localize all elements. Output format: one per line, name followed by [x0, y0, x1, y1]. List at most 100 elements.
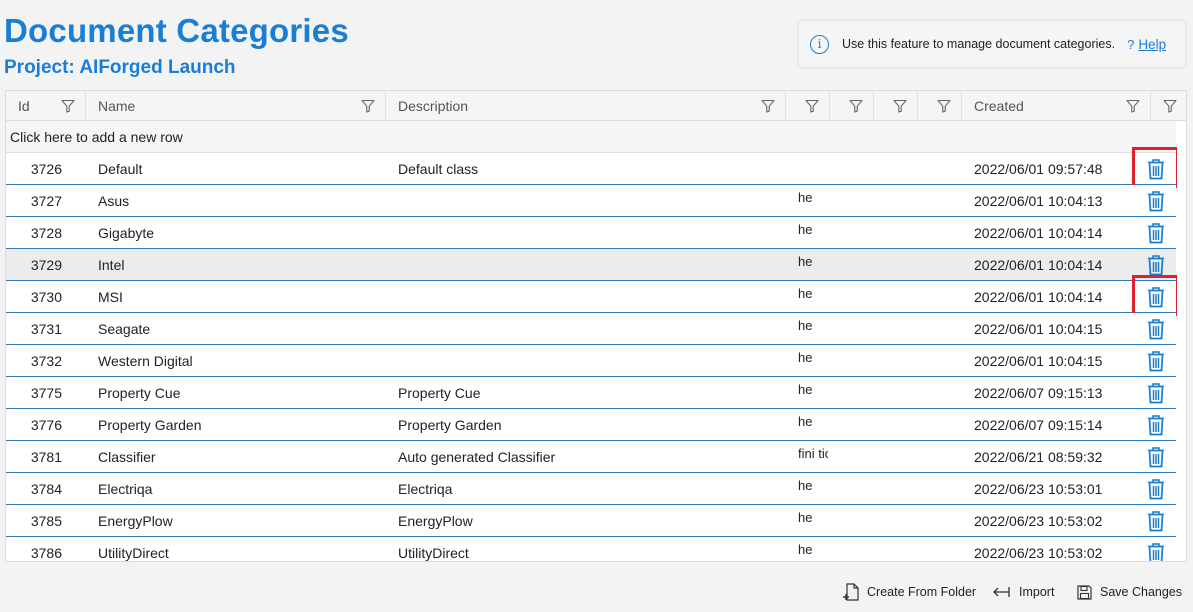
table-row[interactable]: 3729 Intel he 2022/06/01 10:04:14 [6, 249, 1176, 281]
project-subtitle: Project: AIForged Launch [4, 57, 236, 78]
column-description-header[interactable]: Description [386, 91, 786, 121]
filter-icon[interactable] [937, 99, 951, 113]
column-name-label: Name [98, 98, 136, 114]
filter-icon[interactable] [1163, 99, 1177, 113]
page-title: Document Categories [4, 12, 349, 49]
create-from-folder-label: Create From Folder [867, 585, 977, 599]
table-row[interactable]: 3775 Property Cue Property Cue he 2022/06/07… [6, 377, 1176, 409]
delete-row-icon[interactable] [1146, 446, 1166, 468]
vertical-scrollbar[interactable] [1177, 121, 1186, 561]
delete-row-icon[interactable] [1146, 254, 1166, 276]
table-row[interactable]: 3781 Classifier Auto generated Classifier f… [6, 441, 1176, 473]
table-row[interactable]: 3728 Gigabyte he 2022/06/01 10:04:14 [6, 217, 1176, 249]
column-description-label: Description [398, 98, 469, 114]
table-row[interactable]: 3732 Western Digital he 2022/06/01 10:04:15 [6, 345, 1176, 377]
row-created: 2022/06/07 09:15:14 [974, 416, 1103, 433]
create-from-folder-button[interactable]: Create From Folder [843, 580, 976, 604]
row-description: Default class [398, 160, 479, 177]
add-new-row[interactable]: Click here to add a new row [6, 121, 1176, 153]
delete-row-icon[interactable] [1146, 286, 1166, 308]
delete-row-icon[interactable] [1146, 318, 1166, 340]
delete-row-icon[interactable] [1146, 222, 1166, 244]
row-created: 2022/06/01 09:57:48 [974, 160, 1103, 177]
column-extra-1-header[interactable] [786, 91, 830, 121]
row-id: 3776 [30, 416, 62, 433]
row-created: 2022/06/01 10:04:15 [974, 352, 1103, 369]
delete-row-icon[interactable] [1146, 350, 1166, 372]
table-row[interactable]: 3731 Seagate he 2022/06/01 10:04:15 [6, 313, 1176, 345]
table-row[interactable]: 3776 Property Garden Property Garden he 2022… [6, 409, 1176, 441]
row-name: Default [98, 160, 143, 177]
column-actions-header[interactable] [1151, 91, 1186, 121]
row-name: Property Cue [98, 384, 181, 401]
filter-icon[interactable] [849, 99, 863, 113]
grid-header: Id Name Description Created [6, 91, 1186, 121]
footer-toolbar: Create From Folder Import Save Changes [0, 580, 1193, 604]
filter-icon[interactable] [61, 99, 75, 113]
delete-row-icon[interactable] [1146, 382, 1166, 404]
row-created: 2022/06/07 09:15:13 [974, 384, 1103, 401]
delete-row-icon[interactable] [1146, 510, 1166, 532]
column-name-header[interactable]: Name [86, 91, 386, 121]
row-id: 3731 [30, 320, 62, 337]
delete-row-icon[interactable] [1146, 190, 1166, 212]
row-description: EnergyPlow [398, 512, 473, 529]
import-label: Import [1019, 585, 1055, 599]
row-description: UtilityDirect [398, 544, 469, 561]
new-document-icon [843, 583, 859, 601]
row-description: Property Garden [398, 416, 502, 433]
filter-icon[interactable] [761, 99, 775, 113]
row-id: 3732 [30, 352, 62, 369]
document-categories-page: Document Categories Project: AIForged La… [0, 0, 1193, 612]
table-row[interactable]: 3727 Asus he 2022/06/01 10:04:13 [6, 185, 1176, 217]
row-created: 2022/06/01 10:04:14 [974, 224, 1103, 241]
info-banner: i Use this feature to manage document ca… [798, 20, 1186, 68]
row-description: Auto generated Classifier [398, 448, 556, 465]
row-name: MSI [98, 288, 123, 305]
info-text: Use this feature to manage document cate… [842, 37, 1116, 51]
info-icon: i [810, 34, 829, 54]
categories-grid: Id Name Description Created Click here to a… [5, 90, 1187, 562]
column-created-header[interactable]: Created [962, 91, 1151, 121]
delete-row-icon[interactable] [1146, 478, 1166, 500]
column-extra-3-header[interactable] [874, 91, 918, 121]
save-disk-icon [1077, 584, 1092, 600]
filter-icon[interactable] [361, 99, 375, 113]
filter-icon[interactable] [805, 99, 819, 113]
row-id: 3784 [30, 480, 62, 497]
import-arrow-icon [993, 587, 1010, 597]
row-id: 3727 [30, 192, 62, 209]
row-id: 3775 [30, 384, 62, 401]
table-row[interactable]: 3785 EnergyPlow EnergyPlow he 2022/06/23 10:… [6, 505, 1176, 537]
row-name: Property Garden [98, 416, 202, 433]
row-created: 2022/06/01 10:04:14 [974, 256, 1103, 273]
delete-row-icon[interactable] [1146, 542, 1166, 561]
row-id: 3786 [30, 544, 62, 561]
help-link[interactable]: Help [1138, 37, 1166, 52]
table-row[interactable]: 3784 Electriqa Electriqa he 2022/06/23 10:53… [6, 473, 1176, 505]
table-row[interactable]: 3786 UtilityDirect UtilityDirect he 2022/06/… [6, 537, 1176, 561]
row-name: UtilityDirect [98, 544, 169, 561]
delete-row-icon[interactable] [1146, 414, 1166, 436]
row-created: 2022/06/01 10:04:15 [974, 320, 1103, 337]
delete-row-icon[interactable] [1146, 158, 1166, 180]
filter-icon[interactable] [893, 99, 907, 113]
row-created: 2022/06/21 08:59:32 [974, 448, 1103, 465]
row-created: 2022/06/23 10:53:01 [974, 480, 1103, 497]
row-truncated-cell: he [798, 541, 813, 557]
column-extra-4-header[interactable] [918, 91, 962, 121]
table-row[interactable]: 3726 Default Default class 2022/06/01 09:57… [6, 147, 1179, 188]
row-id: 3728 [30, 224, 62, 241]
table-row[interactable]: 3730 MSI he 2022/06/01 10:04:14 [6, 275, 1179, 316]
column-extra-2-header[interactable] [830, 91, 874, 121]
help-question-icon[interactable]: ? [1127, 37, 1134, 52]
import-button[interactable]: Import [993, 580, 1054, 604]
column-id-header[interactable]: Id [6, 91, 86, 121]
row-id: 3726 [30, 160, 62, 177]
row-name: Western Digital [98, 352, 193, 369]
filter-icon[interactable] [1126, 99, 1140, 113]
row-name: EnergyPlow [98, 512, 173, 529]
row-created: 2022/06/23 10:53:02 [974, 544, 1103, 561]
column-id-label: Id [18, 98, 30, 114]
save-changes-button[interactable]: Save Changes [1077, 580, 1182, 604]
